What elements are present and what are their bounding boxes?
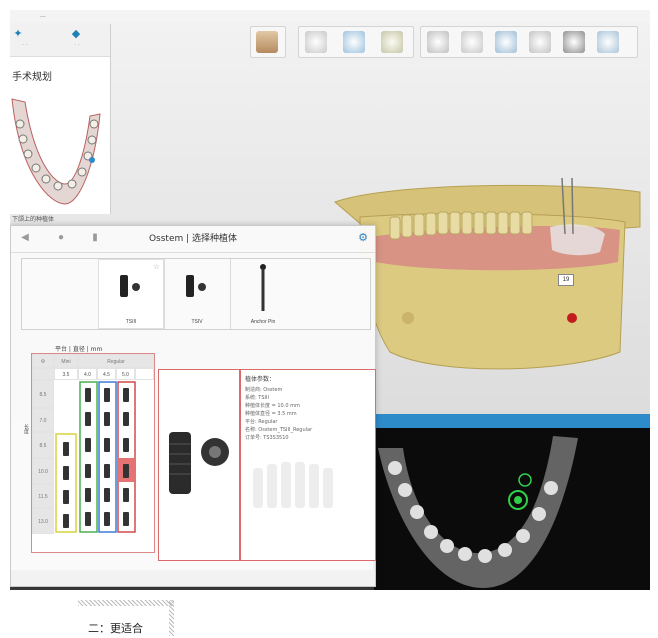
detail-length: 种植体长度 = 10.0 mm [245,403,300,409]
scan-view-header [373,414,650,428]
unit-row: 平台 | 直径 | mm [55,346,103,353]
detail-order-number: 订单号: TS3S3510 [245,435,289,441]
bone-pit [402,312,414,324]
details-background-teeth [253,462,333,508]
grid-subheader-blank [32,368,54,380]
person-icon[interactable] [256,31,278,53]
grid-corner: Φ [32,354,54,368]
grid-subheader-extra [135,368,154,380]
implant-card-anchor-pin[interactable]: Anchor Pin [230,259,296,329]
grid-subheader-4-5: 4.5 [97,368,116,380]
main-toolbar [250,26,640,60]
grid-header-mini: Mini [54,354,78,368]
surgery-plan-heading: 手术规划 [12,72,52,83]
implant-card-tsiv[interactable]: TSIV [164,259,231,329]
dialog-header: ◀ ● ▮ Osstem | 选择种植体 ⚙ [11,226,375,253]
guide-icon[interactable] [529,31,551,53]
tooth-slice-icon[interactable] [427,31,449,53]
detail-platform: 平台: Regular [245,419,278,425]
sidebar-tabs: ✦ ◆ · · · · [10,24,110,57]
grid-subheader-5-0: 5.0 [116,368,135,380]
tool-group-1 [250,26,286,58]
thumbnail-implant-marker [89,157,95,163]
jaw-rotate-icon[interactable] [343,31,365,53]
implant-name-anchor-pin: Anchor Pin [250,319,276,325]
implant-name-tsiii: TSIII [125,319,137,325]
implant-icon[interactable] [563,31,585,53]
grid-subheader-4-0: 4.0 [78,368,97,380]
implant-3d-preview[interactable] [158,369,240,561]
tab-label-1: · · [22,42,28,48]
column-green [79,381,98,533]
row-label-5: 11.5 [32,484,54,508]
jaw-thumbnail[interactable] [10,94,110,209]
sleeve-icon[interactable] [597,31,619,53]
implant-name-tsiv: TSIV [191,319,203,325]
ct-scan-view[interactable] [373,414,650,590]
detail-system: 系统: TSIII [245,395,269,401]
implant-tsiv-icon [186,275,206,297]
grid-subheader-3-5: 3.5 [54,368,78,380]
implant-selection-dialog: ◀ ● ▮ Osstem | 选择种植体 ⚙ ☆ TSIII TSIV Anch… [10,225,376,587]
app-screen: ... 19 ✦ ◆ · · · · 手术规划 下颌上的种植体 ◀ ● ▮ Os… [10,10,650,590]
row-label-6: 13.0 [32,508,54,534]
detail-name: 名称: Osstem_TSIII_Regular [245,427,313,433]
crown-icon[interactable] [381,31,403,53]
implant-card-blank[interactable] [22,259,99,329]
dialog-title: Osstem | 选择种植体 [148,234,238,244]
implant-guide-pin-2 [571,177,574,235]
missing-tooth-socket [550,224,605,256]
anchor-pin-icon [260,264,266,311]
implant-position-dot-1 [514,496,522,504]
implant-preview-image [169,432,229,494]
column-blue [98,381,117,533]
tab-label-2: · · [74,42,80,48]
arch-icon[interactable] [461,31,483,53]
grid-header-regular: Regular [78,354,154,368]
tooth-number-text: 19 [562,277,570,283]
app-title: ... [40,12,46,19]
implant-card-tsiii[interactable]: ☆ TSIII [98,259,165,329]
row-label-4: 10.0 [32,458,54,484]
size-selection-grid: Φ Mini Regular 3.5 4.0 4.5 5.0 长度 8.5 7.… [23,353,155,553]
row-label-1: 8.5 [32,380,54,408]
row-label-3: 8.5 [32,432,54,458]
gear-icon[interactable]: ✦ [10,28,26,40]
figure-caption-box: 二：更适合 [78,600,174,636]
planning-sidebar: ✦ ◆ · · · · 手术规划 下颌上的种植体 [10,24,111,223]
detail-manufacturer: 制造商: Osstem [245,387,283,393]
detail-diameter: 种植体直径 = 3.5 mm [245,411,297,417]
details-heading: 植体参数： [245,376,276,383]
implant-caption: 下颌上的种植体 [12,216,55,223]
size-grid-cells[interactable] [54,380,154,536]
length-side-label: 长度 [23,424,29,434]
implant-type-list: ☆ TSIII TSIV Anchor Pin [21,258,371,330]
tool-group-3 [420,26,638,58]
tool-group-2 [298,26,414,58]
axial-slice-image[interactable] [373,428,650,590]
caption-hatch-top [78,600,174,606]
caption-hatch-side [169,600,174,636]
implant-tooth-icon[interactable] [495,31,517,53]
nerve-marker [567,313,577,323]
jaw-view-icon[interactable] [305,31,327,53]
tooth-icon[interactable]: ◆ [68,28,84,40]
column-red [117,381,136,533]
favorite-star-icon[interactable]: ☆ [153,262,160,271]
figure-caption: 二：更适合 [88,622,143,635]
implant-details-panel: 植体参数： 制造商: Osstem 系统: TSIII 种植体长度 = 10.0… [240,369,376,561]
tooth-number-label[interactable]: 19 [558,274,574,286]
settings-gear-icon[interactable]: ⚙ [357,232,369,244]
implant-position-ring-2 [518,473,532,487]
row-label-2: 7.0 [32,408,54,432]
